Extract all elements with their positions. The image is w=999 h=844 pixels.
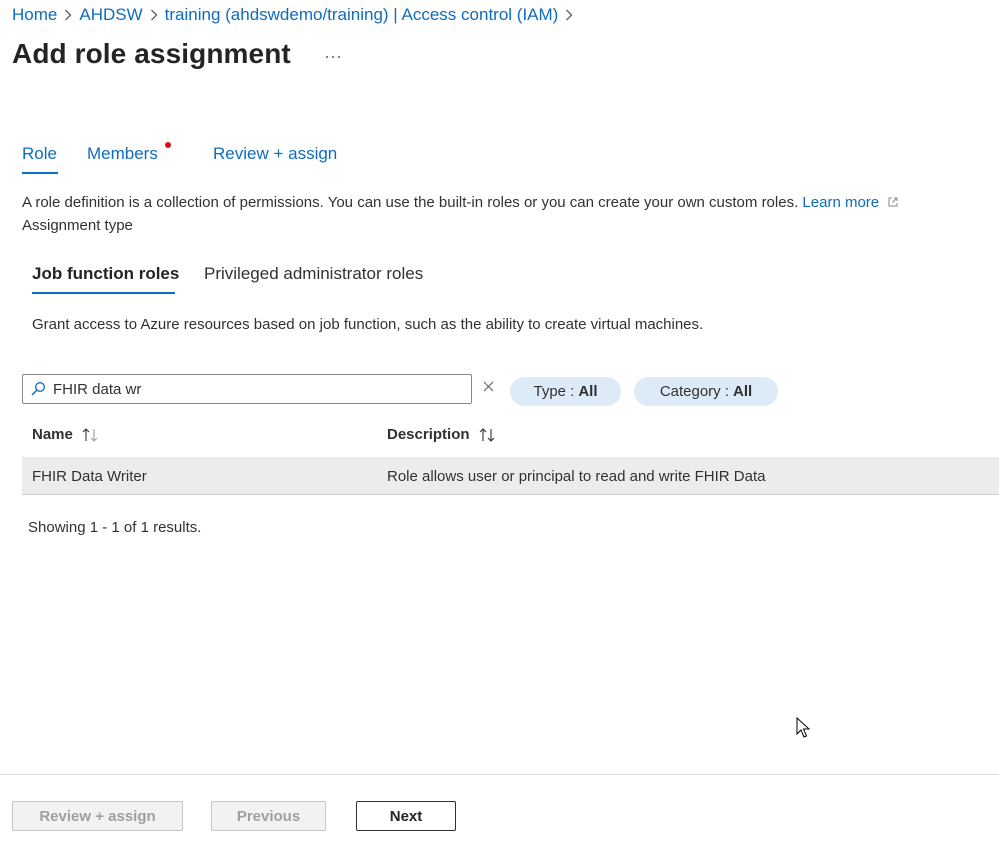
type-filter-value: All [578,383,598,400]
tab-members[interactable]: Members [87,144,158,164]
mouse-pointer-icon [796,717,810,738]
type-filter-label: Type : [533,383,575,400]
role-definition-description: A role definition is a collection of per… [22,194,899,211]
search-input[interactable] [53,376,453,402]
results-count: Showing 1 - 1 of 1 results. [28,519,202,536]
external-link-icon [888,197,898,207]
tab-job-function-underline [32,292,175,294]
learn-more-link[interactable]: Learn more [802,194,879,211]
review-assign-button[interactable]: Review + assign [12,801,183,831]
chevron-right-icon [558,9,580,21]
tab-role[interactable]: Role [22,144,57,164]
breadcrumb-ahdsw[interactable]: AHDSW [79,5,142,25]
search-icon [23,375,53,403]
category-filter-label: Category : [659,383,730,400]
tab-job-function-roles[interactable]: Job function roles [32,264,179,284]
breadcrumb-access-control[interactable]: training (ahdswdemo/training) | Access c… [165,5,559,25]
role-description-cell: Role allows user or principal to read an… [387,468,766,485]
table-row[interactable]: FHIR Data Writer Role allows user or pri… [22,457,999,495]
column-header-name[interactable]: Name [32,426,101,443]
breadcrumb-home[interactable]: Home [12,5,57,25]
breadcrumb: Home AHDSW training (ahdswdemo/training)… [12,4,580,26]
category-filter-pill[interactable]: Category : All [634,377,778,406]
tab-privileged-admin-roles[interactable]: Privileged administrator roles [204,264,423,284]
grant-access-description: Grant access to Azure resources based on… [32,316,704,333]
chevron-right-icon [143,9,165,21]
tab-role-underline [22,172,58,174]
close-icon[interactable] [480,378,496,394]
footer-divider [0,774,999,775]
type-filter-pill[interactable]: Type : All [510,377,621,406]
page-title: Add role assignment [12,38,291,69]
previous-button[interactable]: Previous [211,801,326,831]
column-header-description-label: Description [387,426,470,443]
sort-arrows-icon [479,427,494,442]
category-filter-value: All [733,383,753,400]
search-box[interactable] [22,374,472,404]
column-header-description[interactable]: Description [387,426,498,443]
description-text: A role definition is a collection of per… [22,194,799,211]
sort-arrows-icon [82,427,98,442]
ellipsis-icon[interactable] [322,46,344,68]
chevron-right-icon [57,9,79,21]
column-header-name-label: Name [32,426,73,443]
required-indicator-dot [165,142,171,148]
next-button[interactable]: Next [356,801,456,831]
assignment-type-label: Assignment type [22,217,133,234]
role-name-cell: FHIR Data Writer [32,468,147,485]
tab-review-assign[interactable]: Review + assign [213,144,337,164]
